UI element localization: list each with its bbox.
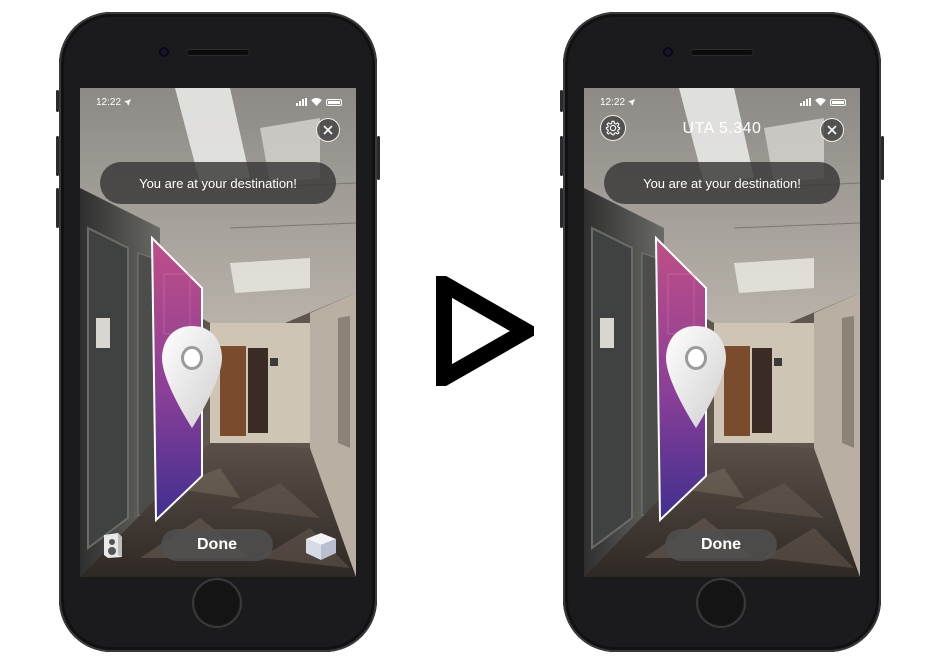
volume-down-button (560, 188, 563, 228)
ar-screen-right: 12:22 UTA 5.340 You are at your destinat… (584, 88, 860, 577)
signal-icon (800, 98, 811, 106)
phone-left: 12:22 You are at your destination! Done (56, 12, 380, 652)
power-button (881, 136, 884, 180)
home-button[interactable] (698, 580, 744, 626)
status-bar: 12:22 (96, 96, 342, 108)
ar-screen-left: 12:22 You are at your destination! Done (80, 88, 356, 577)
wifi-icon (311, 98, 322, 106)
signal-icon (296, 98, 307, 106)
destination-toast: You are at your destination! (100, 162, 336, 204)
mute-switch (56, 90, 59, 112)
play-arrow-icon (436, 276, 534, 386)
cube-icon[interactable] (304, 531, 338, 561)
status-time: 12:22 (96, 96, 122, 108)
close-button[interactable] (820, 118, 844, 142)
mute-switch (560, 90, 563, 112)
status-bar: 12:22 (600, 96, 846, 108)
close-icon (323, 125, 333, 135)
speaker-icon[interactable] (100, 531, 126, 559)
status-time: 12:22 (600, 96, 626, 108)
wifi-icon (815, 98, 826, 106)
power-button (377, 136, 380, 180)
volume-up-button (560, 136, 563, 176)
earpiece-speaker (691, 50, 753, 55)
destination-toast: You are at your destination! (604, 162, 840, 204)
close-button[interactable] (316, 118, 340, 142)
battery-icon (326, 98, 342, 106)
done-button[interactable]: Done (161, 529, 273, 561)
location-arrow-icon (628, 98, 636, 106)
earpiece-speaker (187, 50, 249, 55)
phone-right: 12:22 UTA 5.340 You are at your destinat… (560, 12, 884, 652)
location-arrow-icon (124, 98, 132, 106)
battery-icon (830, 98, 846, 106)
front-camera (663, 47, 673, 57)
front-camera (159, 47, 169, 57)
volume-up-button (56, 136, 59, 176)
room-title: UTA 5.340 (682, 120, 762, 137)
close-icon (827, 125, 837, 135)
home-button[interactable] (194, 580, 240, 626)
done-button[interactable]: Done (665, 529, 777, 561)
volume-down-button (56, 188, 59, 228)
